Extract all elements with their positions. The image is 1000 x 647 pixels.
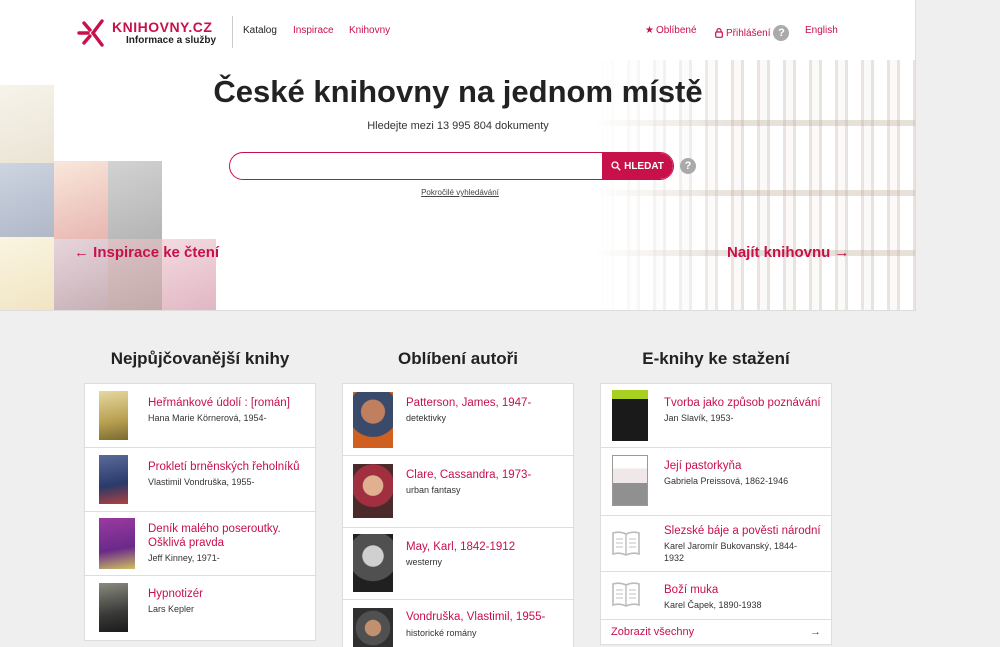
favorites-link[interactable]: ★ Oblíbené (645, 25, 697, 36)
item-title[interactable]: Vondruška, Vlastimil, 1955- (406, 610, 566, 624)
search-icon (611, 161, 621, 171)
author-photo (353, 464, 393, 518)
column-title-borrowed: Nejpůjčovanější knihy (110, 349, 290, 368)
book-cover-thumbnail (99, 391, 128, 440)
list-item[interactable]: Slezské báje a pověsti národní Karel Jar… (601, 516, 831, 572)
item-author: Lars Kepler (148, 604, 195, 614)
ebook-cover-thumbnail (612, 455, 648, 506)
item-author: Jeff Kinney, 1971- (148, 553, 220, 563)
logo-title: KNIHOVNY.CZ (112, 18, 213, 35)
book-cover-thumbnail (99, 518, 135, 569)
show-all-ebooks-link[interactable]: Zobrazit všechny → (601, 620, 831, 644)
search-bar: HLEDAT (229, 152, 674, 180)
list-item[interactable]: Clare, Cassandra, 1973- urban fantasy (343, 456, 573, 528)
find-library-link-label: Najít knihovnu (727, 244, 831, 261)
favorite-authors-list: Patterson, James, 1947- detektivky Clare… (342, 383, 574, 647)
book-placeholder-icon (612, 582, 640, 607)
ebooks-list: Tvorba jako způsob poznávání Jan Slavík,… (600, 383, 832, 645)
item-author: Hana Marie Körnerová, 1954- (148, 413, 267, 423)
borrowed-books-list: Heřmánkové údolí : [román] Hana Marie Kö… (84, 383, 316, 641)
logo-subtitle: Informace a služby (126, 34, 217, 46)
star-icon: ★ (645, 25, 654, 36)
column-title-authors: Oblíbení autoři (398, 349, 518, 368)
item-title[interactable]: Patterson, James, 1947- (406, 396, 566, 410)
item-title[interactable]: Tvorba jako způsob poznávání (664, 396, 824, 410)
hero-section: KNIHOVNY.CZ Informace a služby Katalog I… (0, 0, 916, 311)
item-title[interactable]: Clare, Cassandra, 1973- (406, 468, 566, 482)
item-title[interactable]: Slezské báje a pověsti národní (664, 524, 824, 538)
nav-inspirace[interactable]: Inspirace (293, 25, 334, 36)
lock-icon (715, 28, 723, 38)
nav-katalog[interactable]: Katalog (243, 25, 277, 36)
inspiration-link-label: Inspirace ke čtení (93, 244, 220, 261)
item-author: Karel Jaromír Bukovanský, 1844-1932 (664, 541, 798, 563)
search-button[interactable]: HLEDAT (602, 153, 673, 179)
item-title[interactable]: Boží muka (664, 583, 824, 597)
site-logo[interactable]: KNIHOVNY.CZ Informace a služby (76, 16, 226, 50)
list-item[interactable]: Tvorba jako způsob poznávání Jan Slavík,… (601, 384, 831, 448)
book-cover-thumbnail (99, 455, 128, 504)
author-photo (353, 392, 393, 448)
list-item[interactable]: Patterson, James, 1947- detektivky (343, 384, 573, 456)
book-covers-collage (0, 85, 216, 310)
list-item[interactable]: Hypnotizér Lars Kepler (85, 576, 315, 640)
item-title[interactable]: May, Karl, 1842-1912 (406, 540, 566, 554)
list-item[interactable]: Vondruška, Vlastimil, 1955- historické r… (343, 600, 573, 647)
arrow-right-icon: → (834, 244, 850, 261)
book-cover (108, 161, 162, 239)
arrow-left-icon: ← (74, 244, 89, 261)
search-button-label: HLEDAT (624, 160, 664, 172)
header-divider (232, 16, 233, 48)
author-photo (353, 534, 393, 592)
arrow-right-icon: → (810, 626, 821, 638)
book-placeholder-icon (612, 531, 640, 556)
item-author: Jan Slavík, 1953- (664, 413, 734, 423)
list-item[interactable]: Její pastorkyňa Gabriela Preissová, 1862… (601, 448, 831, 516)
book-cover (54, 161, 108, 239)
item-author: Gabriela Preissová, 1862-1946 (664, 476, 789, 486)
item-title[interactable]: Deník malého poseroutky. Ošklivá pravda (148, 522, 308, 550)
list-item[interactable]: Boží muka Karel Čapek, 1890-1938 (601, 572, 831, 620)
search-help-icon[interactable]: ? (680, 158, 696, 174)
book-cover (0, 237, 54, 310)
column-title-ebooks: E-knihy ke stažení (642, 349, 790, 368)
nav-knihovny[interactable]: Knihovny (349, 25, 390, 36)
list-item[interactable]: Deník malého poseroutky. Ošklivá pravda … (85, 512, 315, 576)
list-item[interactable]: Heřmánkové údolí : [román] Hana Marie Kö… (85, 384, 315, 448)
ebook-cover-thumbnail (612, 390, 648, 441)
item-title[interactable]: Její pastorkyňa (664, 459, 824, 473)
favorites-label: Oblíbené (655, 25, 697, 36)
advanced-search-link[interactable]: Pokročilé vyhledávání (0, 188, 915, 197)
login-help-icon[interactable]: ? (773, 25, 790, 41)
item-genre: urban fantasy (406, 485, 461, 495)
show-all-label: Zobrazit všechny (611, 626, 695, 638)
list-item[interactable]: May, Karl, 1842-1912 westerny (343, 528, 573, 600)
list-item[interactable]: Prokletí brněnských řeholníků Vlastimil … (85, 448, 315, 512)
item-title[interactable]: Heřmánkové údolí : [román] (148, 396, 308, 410)
page-subtitle: Hledejte mezi 13 995 804 dokumenty (367, 120, 549, 132)
item-author: Karel Čapek, 1890-1938 (664, 600, 762, 610)
logo-mark-icon (77, 19, 104, 47)
item-genre: historické romány (406, 628, 477, 638)
book-cover-thumbnail (99, 583, 128, 632)
login-link[interactable]: Přihlášení ? (715, 25, 790, 41)
item-genre: detektivky (406, 413, 447, 423)
author-photo (353, 608, 393, 647)
inspiration-link[interactable]: ← Inspirace ke čtení (74, 244, 219, 261)
item-title[interactable]: Prokletí brněnských řeholníků (148, 460, 308, 474)
item-title[interactable]: Hypnotizér (148, 587, 308, 601)
item-genre: westerny (406, 557, 443, 567)
page-title: České knihovny na jednom místě (213, 74, 703, 109)
search-input[interactable] (230, 153, 600, 178)
login-label: Přihlášení (726, 27, 771, 39)
book-cover (0, 163, 54, 237)
find-library-link[interactable]: Najít knihovnu → (727, 244, 850, 261)
language-switch[interactable]: English (805, 25, 838, 36)
item-author: Vlastimil Vondruška, 1955- (148, 477, 255, 487)
